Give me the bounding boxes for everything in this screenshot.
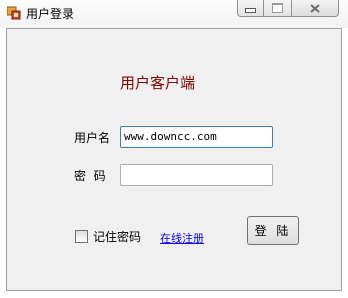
title-bar[interactable]: 用户登录 [0,0,348,28]
maximize-icon [272,3,283,13]
window-title: 用户登录 [26,7,75,21]
close-icon [310,3,320,13]
password-input[interactable] [120,164,273,186]
form-heading: 用户客户端 [120,74,196,92]
login-button[interactable]: 登 陆 [247,216,299,245]
login-window: 用户登录 用户客户端 用户名 www.downcc.com 密 码 记住密码 在… [0,0,348,298]
username-input[interactable]: www.downcc.com [120,126,273,148]
close-button[interactable] [292,0,339,17]
password-label: 密 码 [74,169,106,183]
username-label: 用户名 [74,131,111,145]
minimize-icon [245,7,256,13]
minimize-button[interactable] [237,0,264,17]
form-panel: 用户客户端 用户名 www.downcc.com 密 码 记住密码 在线注册 登… [6,28,342,291]
register-online-link[interactable]: 在线注册 [160,230,204,246]
app-window-icon [7,6,21,20]
window-controls [237,0,339,18]
maximize-button[interactable] [264,0,292,17]
remember-password-checkbox[interactable] [75,230,88,243]
remember-password-label[interactable]: 记住密码 [93,228,141,245]
